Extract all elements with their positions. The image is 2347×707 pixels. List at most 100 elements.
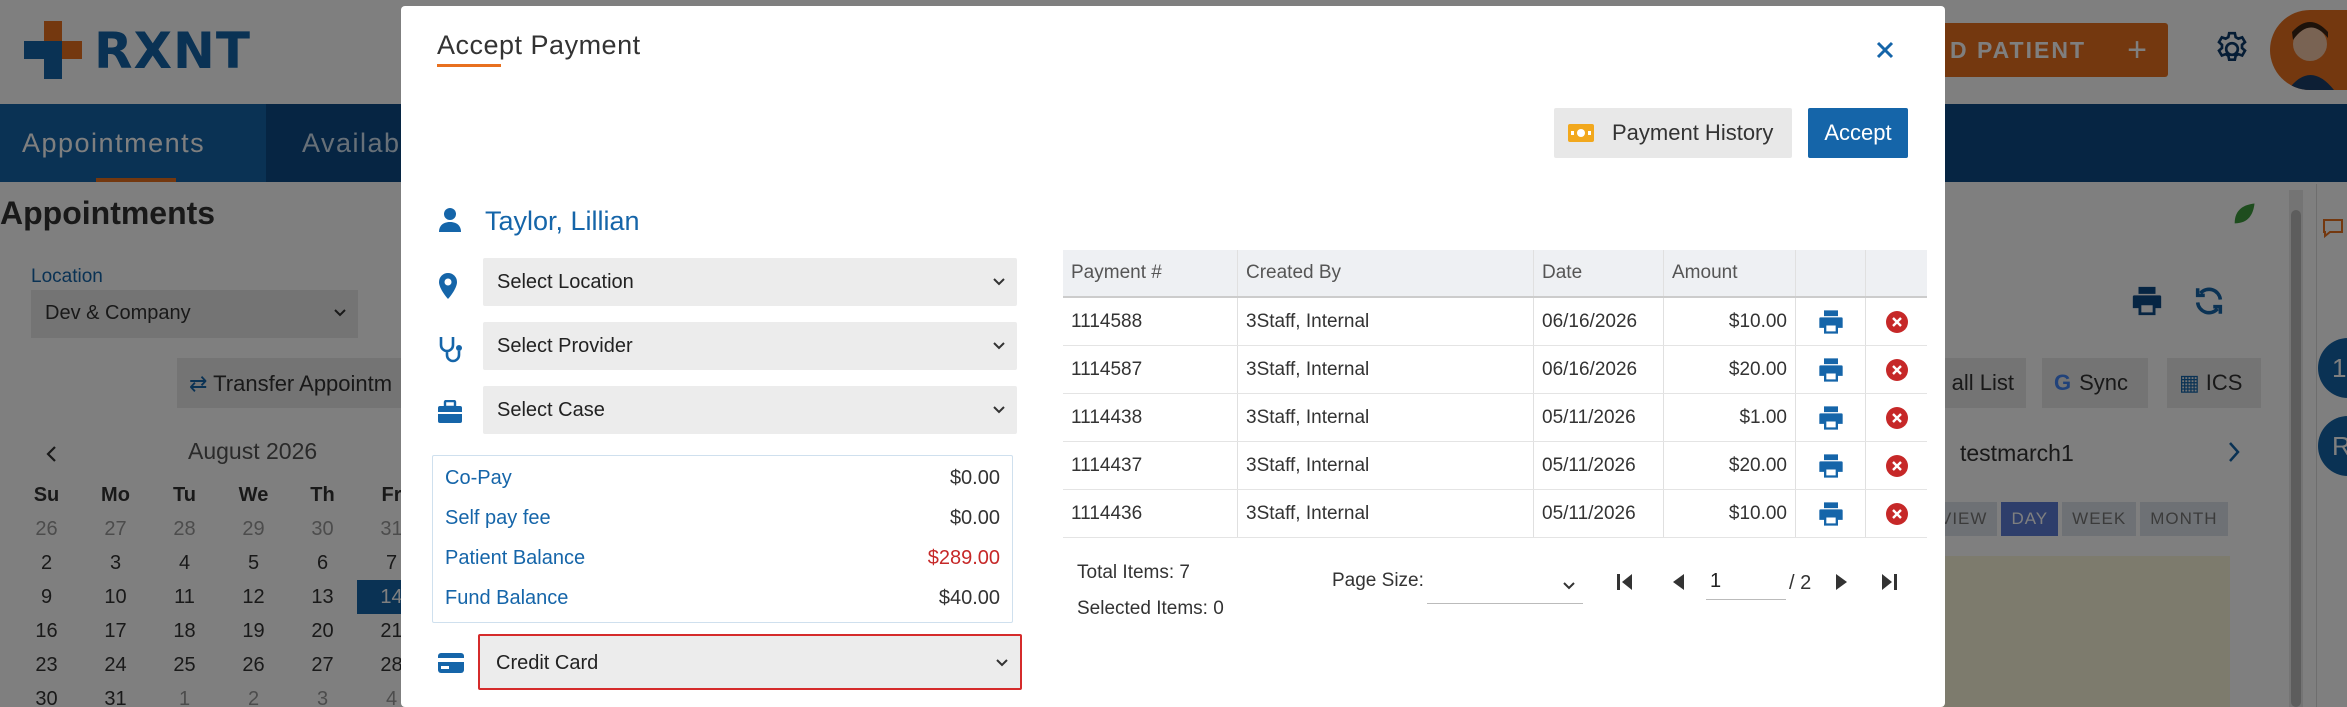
accept-payment-modal: Accept Payment Payment History Accept Ta… [401, 6, 1945, 707]
accept-button[interactable]: Accept [1808, 108, 1908, 158]
balance-label: Fund Balance [445, 587, 569, 609]
location-select-value: Select Location [497, 271, 634, 293]
date-cell: 05/11/2026 [1534, 442, 1664, 489]
amount-cell: $10.00 [1664, 490, 1796, 537]
date-cell: 05/11/2026 [1534, 490, 1664, 537]
print-cell [1796, 442, 1866, 489]
print-icon[interactable] [1817, 453, 1845, 479]
date-cell: 05/11/2026 [1534, 394, 1664, 441]
stethoscope-icon [439, 337, 462, 363]
last-page-icon[interactable] [1879, 572, 1899, 592]
selected-items: Selected Items: 0 [1077, 598, 1224, 619]
page-number-input[interactable]: 1 [1706, 562, 1786, 600]
chevron-down-icon [1563, 582, 1575, 590]
delete-icon[interactable] [1885, 310, 1909, 334]
created-by-cell: 3Staff, Internal [1238, 442, 1534, 489]
delete-icon[interactable] [1885, 454, 1909, 478]
page-size-select[interactable] [1427, 564, 1583, 604]
balance-row: Patient Balance $289.00 [445, 547, 1000, 570]
grid-header: Payment # Created By Date Amount [1063, 250, 1927, 298]
balance-value: $0.00 [949, 467, 1000, 489]
delete-cell [1866, 394, 1927, 441]
payment-number-cell: 1114437 [1063, 442, 1238, 489]
patient-name[interactable]: Taylor, Lillian [485, 206, 640, 237]
map-pin-icon [439, 273, 457, 299]
close-icon[interactable] [1875, 40, 1895, 60]
payment-history-button[interactable]: Payment History [1554, 108, 1792, 158]
delete-cell [1866, 490, 1927, 537]
print-icon[interactable] [1817, 501, 1845, 527]
amount-cell: $20.00 [1664, 442, 1796, 489]
location-select[interactable]: Select Location [483, 258, 1017, 306]
col-header-delete [1866, 250, 1927, 296]
chevron-down-icon [993, 406, 1005, 414]
next-page-icon[interactable] [1833, 572, 1851, 592]
prev-page-icon[interactable] [1669, 572, 1687, 592]
balance-value: $40.00 [938, 587, 1000, 609]
title-underline [437, 64, 501, 67]
payment-history-label: Payment History [1612, 120, 1774, 145]
balance-row: Self pay fee $0.00 [445, 507, 1000, 530]
first-page-icon[interactable] [1615, 572, 1635, 592]
chevron-down-icon [993, 342, 1005, 350]
table-row[interactable]: 1114588 3Staff, Internal 06/16/2026 $10.00 [1063, 298, 1927, 346]
print-cell [1796, 394, 1866, 441]
table-row[interactable]: 1114438 3Staff, Internal 05/11/2026 $1.00 [1063, 394, 1927, 442]
case-select-value: Select Case [497, 399, 605, 421]
amount-cell: $10.00 [1664, 298, 1796, 345]
print-cell [1796, 298, 1866, 345]
case-select[interactable]: Select Case [483, 386, 1017, 434]
balance-row: Co-Pay $0.00 [445, 467, 1000, 490]
payment-number-cell: 1114438 [1063, 394, 1238, 441]
briefcase-icon [438, 400, 462, 423]
delete-cell [1866, 298, 1927, 345]
delete-icon[interactable] [1885, 502, 1909, 526]
provider-select-value: Select Provider [497, 335, 633, 357]
table-row[interactable]: 1114587 3Staff, Internal 06/16/2026 $20.00 [1063, 346, 1927, 394]
col-header-amount[interactable]: Amount [1664, 250, 1796, 296]
user-icon [439, 208, 461, 232]
provider-select[interactable]: Select Provider [483, 322, 1017, 370]
payment-method-select[interactable]: Credit Card [478, 634, 1022, 690]
created-by-cell: 3Staff, Internal [1238, 346, 1534, 393]
print-icon[interactable] [1817, 405, 1845, 431]
print-icon[interactable] [1817, 309, 1845, 335]
delete-cell [1866, 346, 1927, 393]
total-pages: / 2 [1789, 572, 1812, 594]
col-header-date[interactable]: Date [1534, 250, 1664, 296]
col-header-created-by[interactable]: Created By [1238, 250, 1534, 296]
payment-grid: Payment # Created By Date Amount 1114588… [1063, 250, 1927, 538]
balance-value: $0.00 [949, 507, 1000, 529]
payment-method-value: Credit Card [496, 652, 599, 674]
balance-label: Patient Balance [445, 547, 586, 569]
table-row[interactable]: 1114437 3Staff, Internal 05/11/2026 $20.00 [1063, 442, 1927, 490]
payment-number-cell: 1114587 [1063, 346, 1238, 393]
col-header-print [1796, 250, 1866, 296]
delete-cell [1866, 442, 1927, 489]
page-size-label: Page Size: [1332, 570, 1424, 591]
balance-row: Fund Balance $40.00 [445, 587, 1000, 610]
created-by-cell: 3Staff, Internal [1238, 394, 1534, 441]
amount-cell: $20.00 [1664, 346, 1796, 393]
grid-body: 1114588 3Staff, Internal 06/16/2026 $10.00 1… [1063, 298, 1927, 538]
print-icon[interactable] [1817, 357, 1845, 383]
table-row[interactable]: 1114436 3Staff, Internal 05/11/2026 $10.00 [1063, 490, 1927, 538]
date-cell: 06/16/2026 [1534, 346, 1664, 393]
chevron-down-icon [993, 278, 1005, 286]
balance-value: $289.00 [927, 547, 1000, 569]
total-items: Total Items: 7 [1077, 562, 1190, 583]
created-by-cell: 3Staff, Internal [1238, 298, 1534, 345]
print-cell [1796, 346, 1866, 393]
chevron-down-icon [996, 659, 1008, 667]
balance-label: Co-Pay [445, 467, 512, 489]
balance-label: Self pay fee [445, 507, 551, 529]
col-header-payment[interactable]: Payment # [1063, 250, 1238, 296]
date-cell: 06/16/2026 [1534, 298, 1664, 345]
amount-cell: $1.00 [1664, 394, 1796, 441]
payment-number-cell: 1114588 [1063, 298, 1238, 345]
payment-number-cell: 1114436 [1063, 490, 1238, 537]
delete-icon[interactable] [1885, 358, 1909, 382]
modal-title: Accept Payment [437, 30, 641, 60]
credit-card-icon [438, 653, 464, 673]
delete-icon[interactable] [1885, 406, 1909, 430]
